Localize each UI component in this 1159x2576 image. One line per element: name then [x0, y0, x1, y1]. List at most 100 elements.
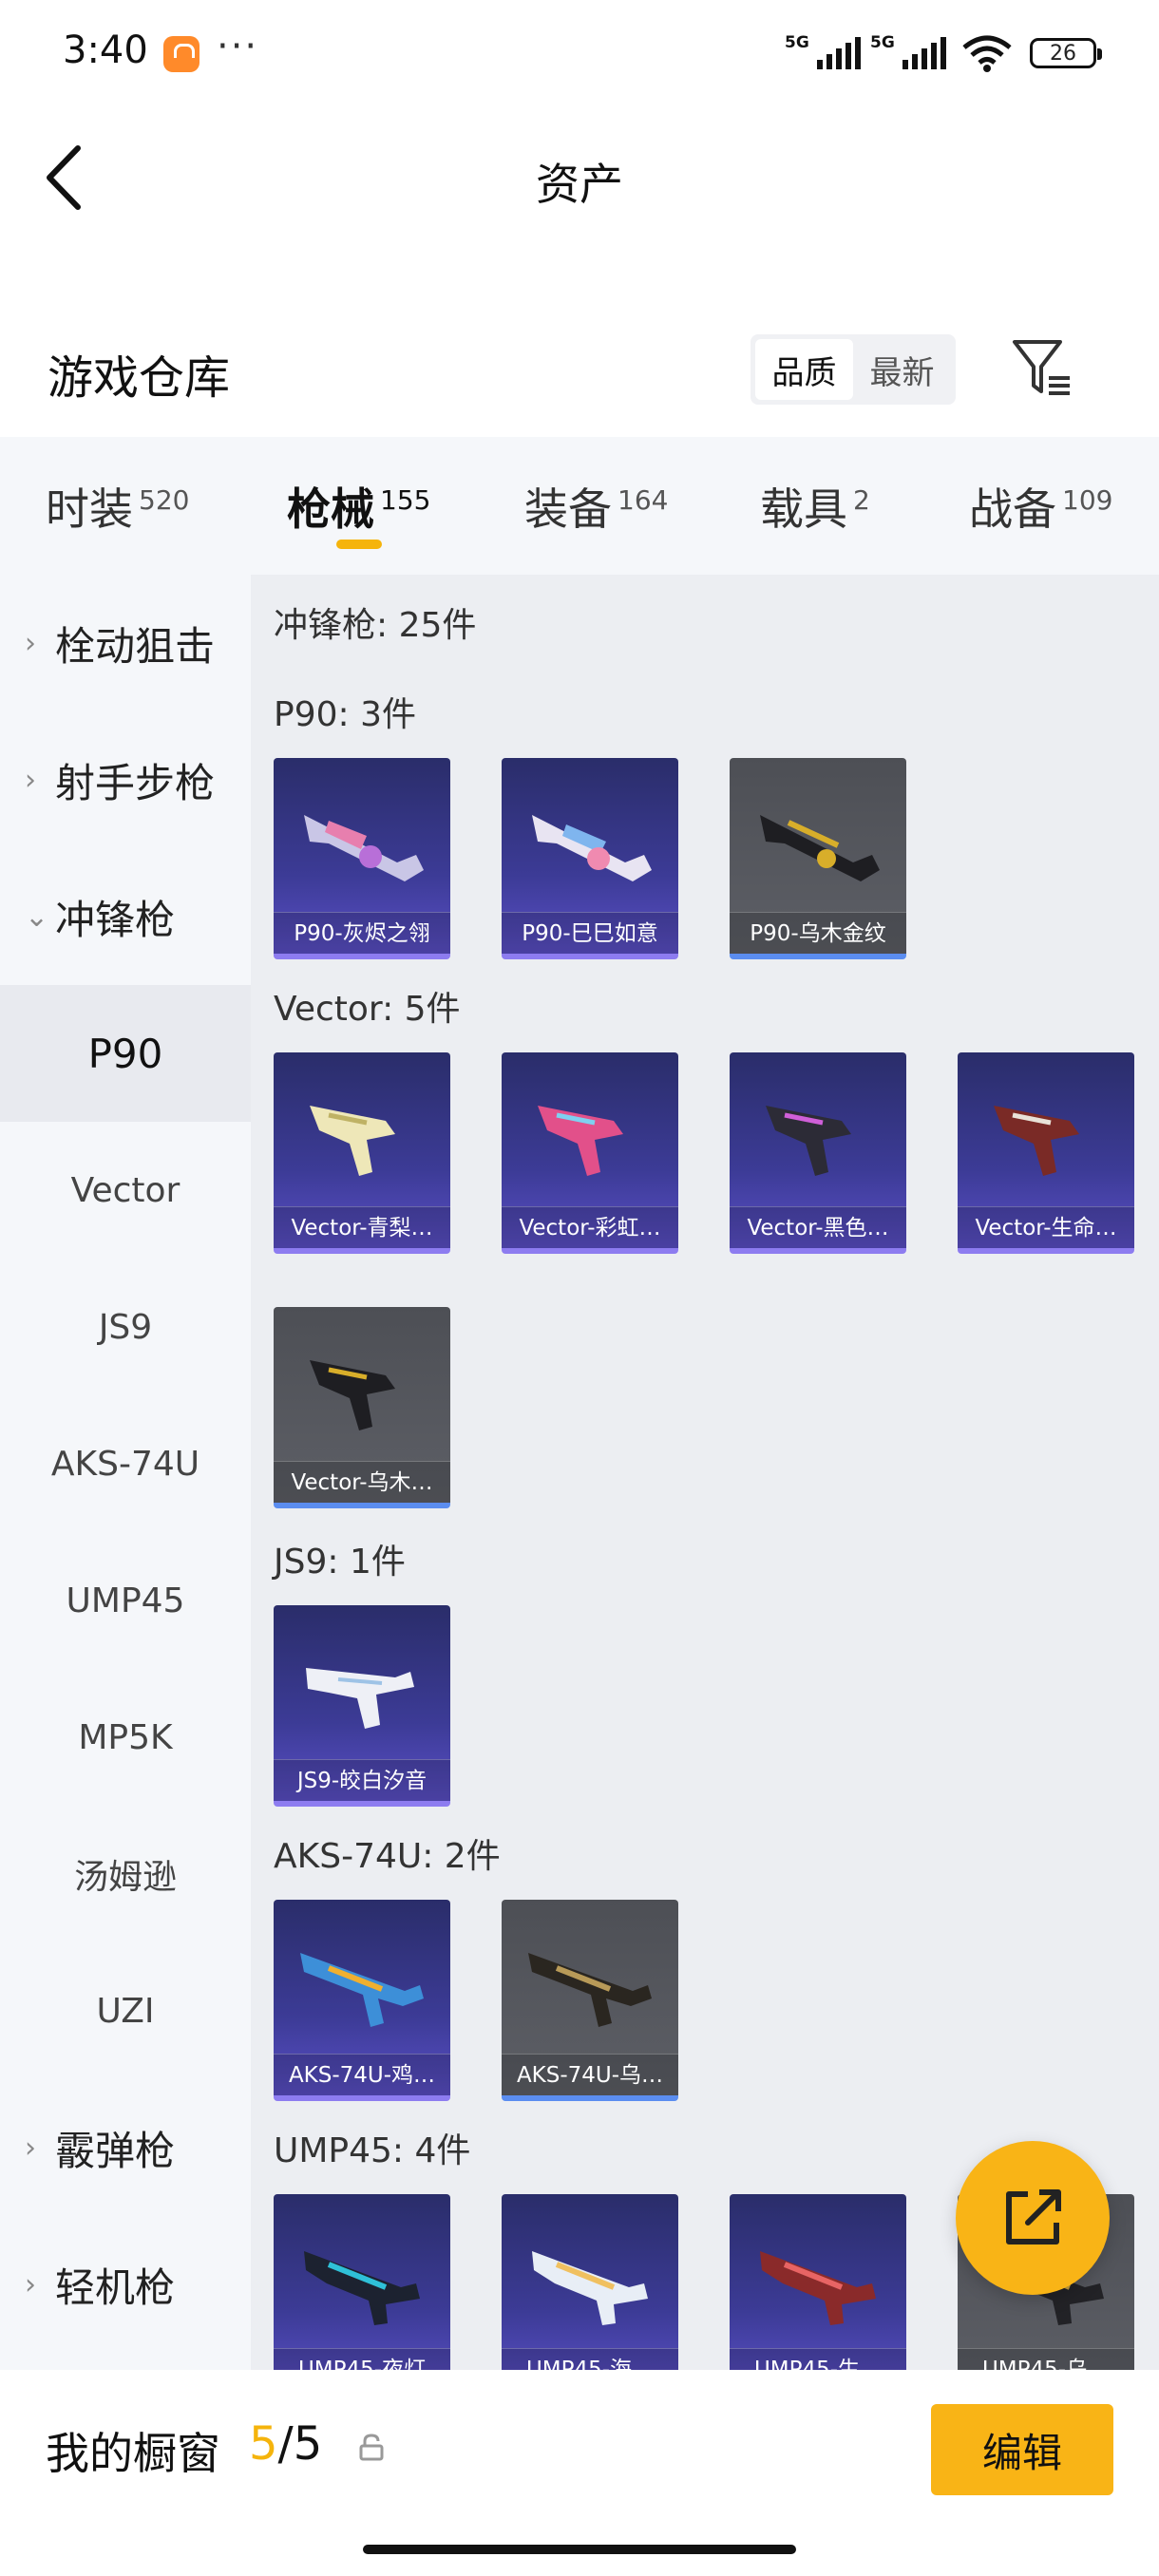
tab-equipment[interactable]: 装备 164	[524, 475, 668, 538]
category-tabs: 时装 520 枪械 155 装备 164 载具 2 战备 109	[0, 437, 1159, 575]
weapon-card[interactable]: AKS-74U-乌…	[502, 1900, 678, 2101]
weapon-name: AKS-74U-鸡…	[274, 2054, 450, 2095]
weapon-grid: 冲锋枪: 25件 P90: 3件 P90-灰烬之翎 P90-巳巳如意 P90-乌…	[251, 575, 1159, 2370]
weapon-card[interactable]: P90-乌木金纹	[730, 758, 906, 959]
shopping-app-icon	[163, 36, 200, 72]
wifi-icon	[961, 34, 1013, 72]
chevron-down-icon: ⌄	[25, 900, 49, 934]
weapon-name: UMP45-生…	[730, 2348, 906, 2370]
weapon-card[interactable]: Vector-彩虹…	[502, 1052, 678, 1254]
status-time: 3:40	[63, 28, 148, 72]
battery-icon: 26	[1030, 38, 1102, 68]
sidebar-item-vector[interactable]: Vector	[0, 1122, 251, 1259]
weapon-card[interactable]: Vector-黑色…	[730, 1052, 906, 1254]
weapon-skin-image	[304, 2251, 420, 2325]
weapon-name: P90-乌木金纹	[730, 912, 906, 954]
weapon-card[interactable]: Vector-生命…	[958, 1052, 1134, 1254]
tab-vehicles[interactable]: 载具 2	[760, 475, 870, 538]
weapon-name: UMP45-海…	[502, 2348, 678, 2370]
chevron-right-icon: ›	[25, 763, 36, 797]
edit-button[interactable]: 编辑	[931, 2404, 1113, 2495]
weapon-skin-image	[760, 815, 880, 881]
weapon-skin-image	[766, 1106, 851, 1176]
chevron-right-icon: ›	[25, 2131, 36, 2165]
sidebar-group-lmg[interactable]: › 轻机枪	[0, 2216, 251, 2353]
weapon-skin-image	[310, 1106, 395, 1176]
weapon-card[interactable]: JS9-皎白汐音	[274, 1605, 450, 1807]
weapon-name: JS9-皎白汐音	[274, 1759, 450, 1801]
tab-fashion[interactable]: 时装 520	[46, 475, 189, 538]
weapon-card[interactable]: AKS-74U-鸡…	[274, 1900, 450, 2101]
weapon-type-sidebar: › 栓动狙击 › 射手步枪 ⌄ 冲锋枪 P90 Vector JS9 AKS-7…	[0, 575, 251, 2370]
signal-icon: 5G	[785, 33, 861, 69]
tab-combat-supplies[interactable]: 战备 109	[969, 475, 1112, 538]
showcase-label: 我的橱窗	[46, 2428, 220, 2479]
weapon-skin-image	[304, 815, 424, 881]
weapon-skin-image	[532, 815, 652, 881]
weapon-skin-image	[760, 2251, 876, 2325]
filter-icon	[1013, 340, 1070, 395]
weapon-name: AKS-74U-乌…	[502, 2054, 678, 2095]
weapon-name: UMP45-乌…	[958, 2348, 1134, 2370]
weapon-skin-image	[538, 1106, 623, 1176]
sort-by-quality[interactable]: 品质	[755, 339, 853, 400]
signal-icon: 5G	[870, 33, 946, 69]
share-external-icon	[1006, 2189, 1061, 2245]
weapon-name: Vector-彩虹…	[502, 1206, 678, 1248]
top-bar: 资产	[0, 104, 1159, 247]
showcase-bar: 我的橱窗 5/5 编辑	[0, 2370, 1159, 2576]
weapon-name: UMP45-夜灯	[274, 2348, 450, 2370]
weapon-skin-image	[528, 1953, 652, 2027]
active-tab-indicator	[336, 540, 382, 549]
sort-toggle: 品质 最新	[750, 334, 956, 405]
weapon-card[interactable]: Vector-青梨…	[274, 1052, 450, 1254]
weapon-card[interactable]: P90-巳巳如意	[502, 758, 678, 959]
weapon-name: Vector-黑色…	[730, 1206, 906, 1248]
sidebar-item-p90[interactable]: P90	[0, 985, 251, 1122]
weapon-card[interactable]: UMP45-夜灯	[274, 2194, 450, 2370]
warehouse-header: 游戏仓库 品质 最新	[0, 313, 1159, 427]
sidebar-item-js9[interactable]: JS9	[0, 1259, 251, 1395]
weapon-name: P90-巳巳如意	[502, 912, 678, 954]
sidebar-item-ump45[interactable]: UMP45	[0, 1532, 251, 1669]
lock-icon	[359, 2434, 384, 2461]
share-button[interactable]	[956, 2141, 1110, 2295]
status-indicators: 5G 5G 26	[785, 32, 1102, 74]
sidebar-item-thompson[interactable]: 汤姆逊	[0, 1806, 251, 1942]
weapon-name: Vector-生命…	[958, 1206, 1134, 1248]
weapon-name: P90-灰烬之翎	[274, 912, 450, 954]
weapon-name: Vector-乌木…	[274, 1461, 450, 1503]
sidebar-group-shotgun[interactable]: › 霰弹枪	[0, 2079, 251, 2216]
sort-by-newest[interactable]: 最新	[853, 339, 951, 400]
page-title: 资产	[536, 159, 623, 210]
section-title-js9: JS9: 1件	[274, 1543, 406, 1582]
chevron-right-icon: ›	[25, 626, 36, 660]
weapon-skin-image	[306, 1668, 414, 1729]
section-title-p90: P90: 3件	[274, 695, 416, 734]
sidebar-group-marksman-rifle[interactable]: › 射手步枪	[0, 711, 251, 848]
section-title-ump45: UMP45: 4件	[274, 2131, 471, 2170]
sidebar-group-bolt-sniper[interactable]: › 栓动狙击	[0, 575, 251, 711]
weapon-skin-image	[310, 1360, 395, 1430]
showcase-count: 5/5	[249, 2417, 323, 2471]
weapon-card[interactable]: UMP45-生…	[730, 2194, 906, 2370]
weapon-card[interactable]: Vector-乌木…	[274, 1307, 450, 1508]
sidebar-item-uzi[interactable]: UZI	[0, 1942, 251, 2079]
weapon-skin-image	[532, 2251, 648, 2325]
more-notifications-icon: ···	[217, 25, 259, 68]
sidebar-item-aks74u[interactable]: AKS-74U	[0, 1395, 251, 1532]
weapon-card[interactable]: UMP45-海…	[502, 2194, 678, 2370]
home-indicator[interactable]	[363, 2545, 796, 2554]
warehouse-title: 游戏仓库	[48, 351, 231, 405]
filter-button[interactable]	[1007, 334, 1075, 403]
sidebar-item-mp5k[interactable]: MP5K	[0, 1669, 251, 1806]
sidebar-group-smg[interactable]: ⌄ 冲锋枪	[0, 848, 251, 985]
weapon-skin-image	[300, 1953, 424, 2027]
chevron-right-icon: ›	[25, 2267, 36, 2301]
section-title-vector: Vector: 5件	[274, 990, 461, 1029]
status-bar: 3:40 ··· 5G 5G 26	[0, 0, 1159, 104]
weapon-card[interactable]: P90-灰烬之翎	[274, 758, 450, 959]
tab-firearms[interactable]: 枪械 155	[287, 475, 430, 538]
weapon-skin-image	[994, 1106, 1079, 1176]
section-title-aks74u: AKS-74U: 2件	[274, 1837, 501, 1876]
